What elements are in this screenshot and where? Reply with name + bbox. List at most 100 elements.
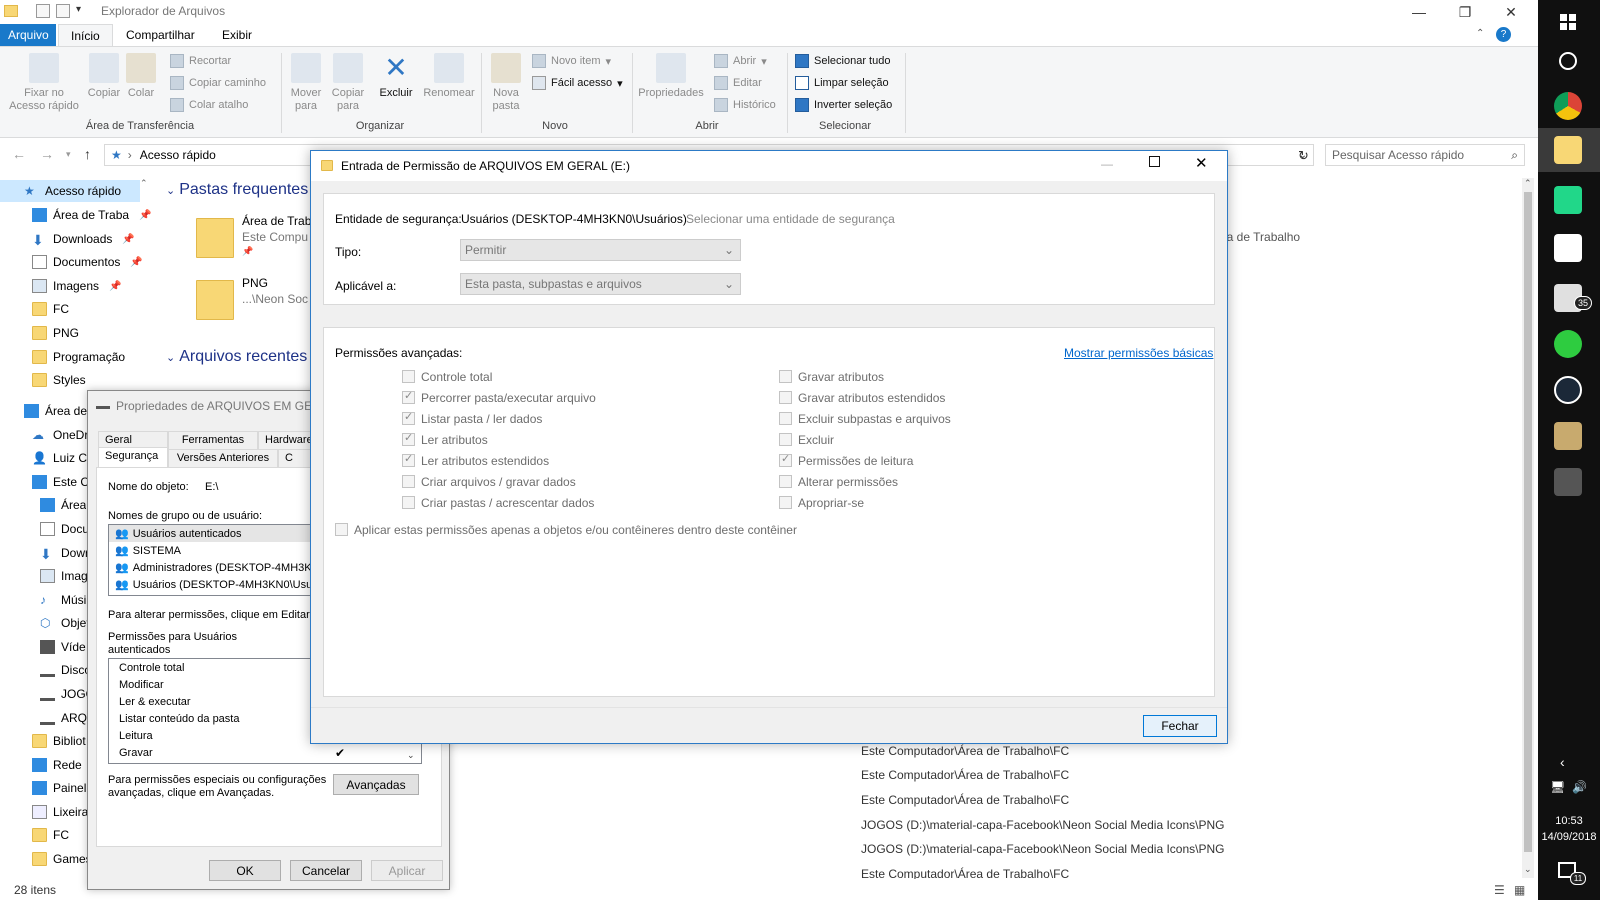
network-tray-icon[interactable]: 🖥 [1550,780,1565,794]
select-principal-link[interactable]: Selecionar uma entidade de segurança [686,212,895,226]
nav-item-pc-music[interactable]: ♪ Músi [40,588,86,612]
details-view-icon[interactable]: ☰ [1494,883,1505,897]
large-icons-view-icon[interactable]: ▦ [1514,883,1525,897]
minimize-button[interactable]: — [1396,0,1442,24]
nav-item-pc-objects[interactable]: ⬡ Objet [40,611,90,635]
refresh-icon[interactable]: ↻ [1298,148,1309,164]
properties-quick-icon[interactable] [36,4,50,18]
scroll-thumb[interactable] [1524,192,1532,852]
minimize-button[interactable]: — [1101,157,1113,171]
collapse-ribbon-icon[interactable]: ⌃ [1476,28,1484,39]
nav-item-documents[interactable]: Documentos 📌 [32,250,143,274]
nav-item-recycle-bin[interactable]: Lixeira [32,800,88,824]
scroll-up-icon[interactable]: ⌃ [1524,178,1532,189]
nav-item-styles[interactable]: Styles [32,368,86,392]
nav-item-libraries[interactable]: Bibliot [32,729,86,753]
clock-time[interactable]: 10:53 [1538,815,1600,827]
steam-icon[interactable] [1554,376,1582,404]
move-to-button[interactable]: Mover para [284,47,328,113]
nav-item-images[interactable]: Imagens 📌 [32,274,121,298]
nav-item-programacao[interactable]: Programação [32,345,125,369]
up-arrow-icon[interactable]: ↑ [84,146,91,162]
help-icon[interactable]: ? [1496,27,1511,42]
frequent-folder-item[interactable]: Área de Trab Este Compu 📌 [196,214,311,264]
windows-start-icon[interactable] [1560,14,1576,30]
nav-item-pc-videos[interactable]: Víde [40,635,86,659]
close-dialog-button[interactable]: Fechar [1143,715,1217,737]
advanced-button[interactable]: Avançadas [333,774,419,795]
copy-path-button[interactable]: Copiar caminho [170,73,266,93]
easy-access-button[interactable]: Fácil acesso ▾ [532,73,623,93]
nav-item-desktop-root[interactable]: Área de [24,399,87,423]
nav-item-png[interactable]: PNG [32,321,79,345]
tab-seguranca[interactable]: Segurança [98,447,168,467]
quick-access-toolbar-dropdown-icon[interactable]: ▾ [76,4,81,15]
nav-item-network[interactable]: Rede [32,753,82,777]
tab-inicio[interactable]: Início [58,24,113,46]
cancel-button[interactable]: Cancelar [290,860,362,881]
show-hidden-icons-chevron[interactable]: ‹ [1560,754,1565,770]
nav-item-fc-2[interactable]: FC [32,823,69,847]
new-item-button[interactable]: Novo item ▾ [532,51,611,71]
nav-item-pc-downloads[interactable]: ⬇ Dowr [40,541,89,565]
pin-quick-access-button[interactable]: Fixar no Acesso rápido [2,47,86,113]
cortana-circle-icon[interactable] [1559,52,1577,70]
nav-item-downloads[interactable]: ⬇ Downloads 📌 [32,227,135,251]
open-button[interactable]: Abrir ▾ [714,51,767,71]
chrome-icon[interactable] [1554,92,1582,120]
search-input[interactable]: Pesquisar Acesso rápido ⌕ [1325,144,1525,166]
recent-locations-chevron-icon[interactable]: ▾ [66,149,71,160]
new-folder-button[interactable]: Nova pasta [484,47,528,113]
new-folder-quick-icon[interactable] [56,4,70,18]
tab-ferramentas[interactable]: Ferramentas [168,431,258,449]
edit-button[interactable]: Editar [714,73,762,93]
maximize-button[interactable] [1149,156,1160,167]
invert-selection-button[interactable]: Inverter seleção [795,95,892,115]
scroll-down-icon[interactable]: ⌄ [1524,864,1532,875]
forward-arrow-icon[interactable]: → [40,146,54,162]
back-arrow-icon[interactable]: ← [12,146,26,162]
history-button[interactable]: Histórico [714,95,776,115]
restore-button[interactable]: ❐ [1442,0,1488,24]
clock-date[interactable]: 14/09/2018 [1538,831,1600,843]
ok-button[interactable]: OK [209,860,281,881]
select-all-button[interactable]: Selecionar tudo [795,51,890,71]
permissions-scrollbar-down-icon[interactable]: ⌄ [407,750,415,761]
cut-button[interactable]: Recortar [170,51,231,71]
nav-item-control-panel[interactable]: Painel [32,776,86,800]
vertical-scrollbar[interactable]: ⌃ ⌄ [1522,178,1534,878]
properties-button[interactable]: Propriedades [636,47,706,100]
close-button[interactable]: ✕ [1195,154,1208,172]
tab-versoes-anteriores[interactable]: Versões Anteriores [168,449,278,467]
select-none-button[interactable]: Limpar seleção [795,73,889,93]
nav-item-games[interactable]: Games [32,847,92,871]
paste-button[interactable]: Colar [120,47,162,100]
tab-compartilhar[interactable]: Compartilhar [114,24,207,46]
recent-files-header[interactable]: ⌄ Arquivos recentes (2 [166,348,326,366]
app-icon[interactable] [1554,468,1582,496]
pycharm-icon[interactable] [1554,186,1582,214]
frequent-folders-header[interactable]: ⌄ Pastas frequentes (8 [166,181,327,199]
nav-item-pc-desktop[interactable]: Área [40,493,86,517]
nav-item-onedrive[interactable]: ☁ OneDr [32,423,88,447]
nav-item-pc-disk[interactable]: Disco [40,658,91,682]
tab-hardware[interactable]: Hardware [258,431,318,449]
nav-item-quick-access[interactable]: ★ Acesso rápido [24,179,121,203]
paste-shortcut-button[interactable]: Colar atalho [170,95,248,115]
copy-to-button[interactable]: Copiar para [326,47,370,113]
nav-item-pc-images[interactable]: Imag [40,564,88,588]
cloud-sync-icon[interactable] [1554,330,1582,358]
show-basic-permissions-link[interactable]: Mostrar permissões básicas [1064,346,1213,360]
nav-item-user[interactable]: 👤 Luiz Co [32,446,94,470]
nav-scroll-up-icon[interactable]: ⌃ [140,178,148,189]
rename-button[interactable]: Renomear [420,47,478,100]
file-explorer-taskbar-icon[interactable] [1554,136,1582,164]
nav-item-pc-documents[interactable]: Docu [40,517,89,541]
store-bag-icon[interactable] [1554,234,1582,262]
volume-tray-icon[interactable]: 🔊 [1572,780,1587,794]
frequent-folder-item[interactable]: PNG ...\Neon Soc [196,276,308,326]
league-icon[interactable] [1554,422,1582,450]
close-button[interactable]: ✕ [1488,0,1534,24]
nav-item-fc[interactable]: FC [32,297,69,321]
delete-button[interactable]: ✕ Excluir [374,47,418,100]
